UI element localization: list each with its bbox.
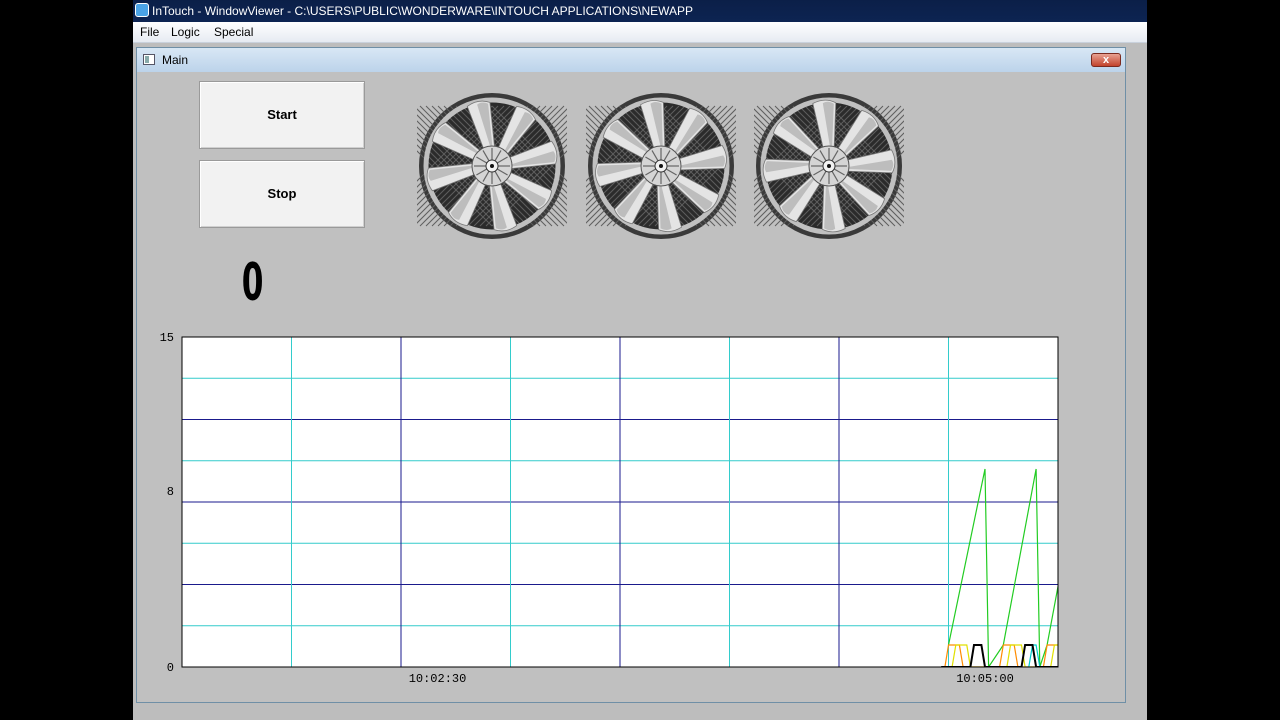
viewer-area: Main x Start Stop 0 15 8 0 10:02:30 10:05:0…	[133, 43, 1147, 720]
counter-display: 0	[241, 253, 264, 313]
y-tick-label: 0	[167, 661, 174, 675]
window-title: Main	[162, 53, 189, 67]
y-tick-label: 15	[160, 331, 174, 345]
fan-2-icon[interactable]	[586, 91, 736, 241]
menu-logic[interactable]: Logic	[171, 22, 200, 42]
x-tick-label: 10:05:00	[956, 672, 1014, 686]
x-tick-label: 10:02:30	[409, 672, 467, 686]
window-icon	[143, 54, 155, 65]
fan-hub-center	[490, 164, 494, 168]
fan-hub-center	[659, 164, 663, 168]
main-window-titlebar[interactable]: Main x	[137, 48, 1125, 72]
fan-hub-center	[827, 164, 831, 168]
y-tick-label: 8	[167, 485, 174, 499]
start-button[interactable]: Start	[199, 81, 365, 149]
menu-bar: File Logic Special	[133, 22, 1147, 43]
fan-1-icon[interactable]	[417, 91, 567, 241]
app-title: InTouch - WindowViewer - C:\USERS\PUBLIC…	[152, 4, 694, 18]
intouch-app-icon	[135, 3, 149, 17]
stop-button[interactable]: Stop	[199, 160, 365, 228]
intouch-windowviewer: InTouch - WindowViewer - C:\USERS\PUBLIC…	[133, 0, 1147, 720]
fan-3-icon[interactable]	[754, 91, 904, 241]
menu-file[interactable]: File	[140, 22, 159, 42]
close-button[interactable]: x	[1091, 53, 1121, 67]
menu-special[interactable]: Special	[214, 22, 253, 42]
app-titlebar[interactable]: InTouch - WindowViewer - C:\USERS\PUBLIC…	[133, 0, 1147, 22]
